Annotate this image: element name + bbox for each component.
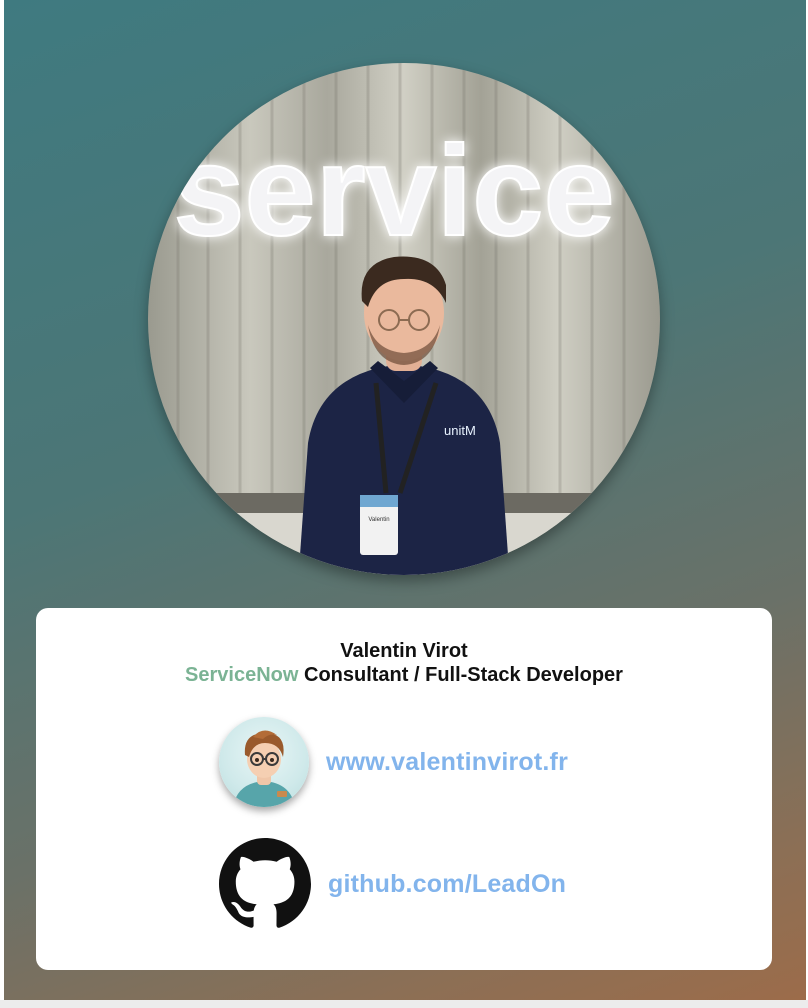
profile-title: ServiceNow Consultant / Full-Stack Devel… — [36, 664, 772, 687]
sign-text: service — [173, 120, 614, 263]
github-link-row[interactable]: github.com/LeadOn — [219, 838, 566, 930]
shirt-logo-text: unitM — [444, 423, 476, 438]
profile-name: Valentin Virot — [340, 640, 468, 662]
badge-text: Valentin — [368, 517, 389, 523]
profile-photo-illustration: service Valentin unitM — [172, 63, 628, 575]
website-link[interactable]: www.valentinvirot.fr — [326, 748, 568, 777]
profile-photo: service Valentin unitM — [148, 63, 660, 575]
title-role: Consultant / Full-Stack Developer — [298, 664, 623, 686]
website-link-row[interactable]: www.valentinvirot.fr — [219, 716, 568, 808]
avatar-icon[interactable] — [219, 717, 309, 807]
bottom-edge — [0, 1000, 808, 1008]
github-icon[interactable] — [219, 838, 311, 930]
title-brand: ServiceNow — [185, 664, 299, 686]
github-link[interactable]: github.com/LeadOn — [328, 870, 566, 899]
profile-card: Valentin Virot ServiceNow Consultant / F… — [36, 608, 772, 970]
